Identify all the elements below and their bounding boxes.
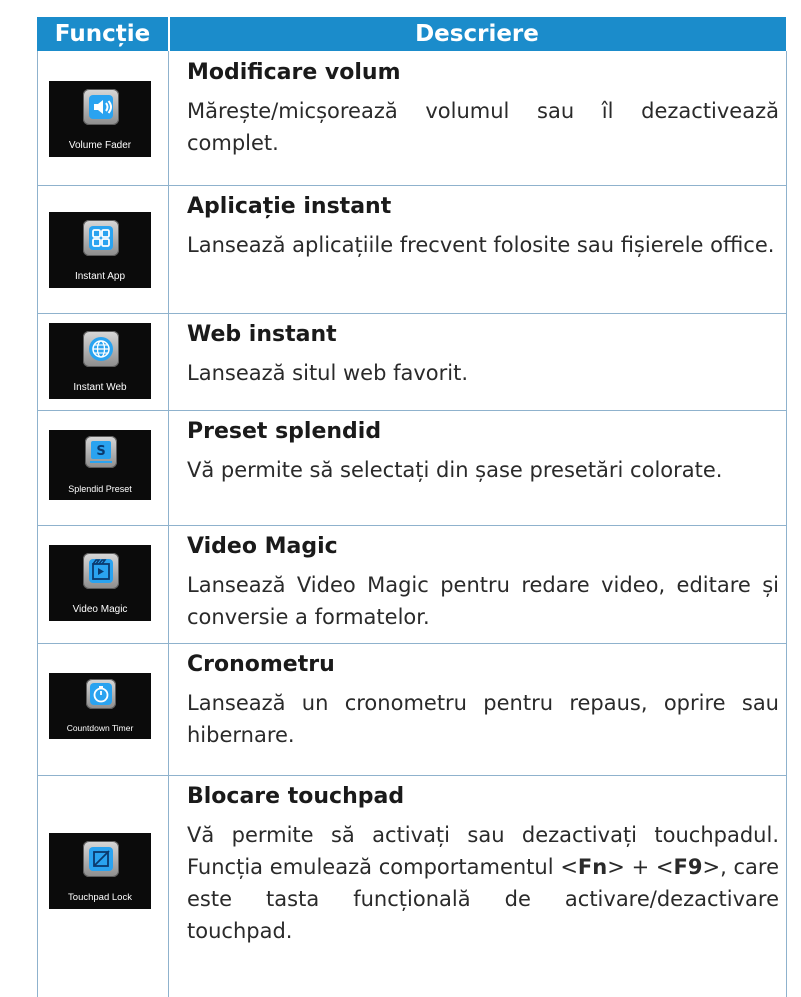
text-part: > + < (607, 855, 674, 879)
row-description: Aplicație instant Lansează aplicațiile f… (187, 191, 779, 261)
row-title: Web instant (187, 322, 337, 347)
row-title: Cronometru (187, 652, 335, 677)
app-grid-icon (83, 220, 119, 256)
row-description: Blocare touchpad Vă permite să activați … (187, 781, 779, 947)
row-text: Lansează aplicațiile frecvent folosite s… (187, 233, 775, 257)
table-row: Instant Web Web instant Lansează situl w… (37, 313, 786, 410)
key-f9: F9 (673, 855, 703, 879)
countdown-timer-tile: Countdown Timer (49, 673, 151, 739)
splendid-preset-tile: S Splendid Preset (49, 430, 151, 500)
row-description: Cronometru Lansează un cronometru pentru… (187, 649, 779, 751)
row-text: Vă permite să selectați din șase presetă… (187, 458, 723, 482)
table-border-right (786, 51, 787, 997)
row-title: Modificare volum (187, 60, 401, 85)
touchpad-lock-tile: Touchpad Lock (49, 833, 151, 909)
icon-caption: Instant Web (73, 382, 127, 393)
row-text: Lansează Video Magic pentru redare video… (187, 573, 779, 629)
row-title: Preset splendid (187, 419, 382, 444)
key-fn: Fn (577, 855, 608, 879)
row-text: Lansează situl web favorit. (187, 361, 469, 385)
volume-fader-tile: Volume Fader (49, 81, 151, 157)
row-description: Video Magic Lansează Video Magic pentru … (187, 531, 779, 633)
table-header: Funcție Descriere (37, 17, 786, 51)
row-title: Aplicație instant (187, 194, 392, 219)
header-function: Funcție (54, 21, 151, 47)
row-description: Modificare volum Mărește/micșorează volu… (187, 57, 779, 159)
icon-caption: Splendid Preset (68, 484, 132, 494)
instant-web-tile: Instant Web (49, 323, 151, 399)
row-text: Vă permite să activați sau dezactivați t… (187, 819, 779, 947)
row-text: Lansează un cronometru pentru repaus, op… (187, 691, 779, 747)
icon-caption: Volume Fader (68, 140, 132, 151)
table-row: Video Magic Video Magic Lansează Video M… (37, 525, 786, 643)
table-row: Countdown Timer Cronometru Lansează un c… (37, 643, 786, 775)
row-text: Mărește/micșorează volumul sau îl dezact… (187, 99, 779, 155)
globe-icon (83, 331, 119, 367)
row-description: Web instant Lansează situl web favorit. (187, 319, 779, 389)
clapperboard-icon (83, 553, 119, 589)
icon-caption: Instant App (74, 271, 126, 282)
icon-caption: Touchpad Lock (68, 892, 132, 903)
splendid-s-icon: S (85, 436, 117, 468)
table-row: S Splendid Preset Preset splendid Vă per… (37, 410, 786, 525)
video-magic-tile: Video Magic (49, 545, 151, 621)
header-description: Descriere (415, 21, 539, 47)
speaker-icon (83, 89, 119, 125)
icon-caption: Countdown Timer (66, 723, 134, 733)
table-row: Instant App Aplicație instant Lansează a… (37, 185, 786, 313)
instant-app-tile: Instant App (49, 212, 151, 288)
icon-caption: Video Magic (72, 604, 128, 615)
row-title: Video Magic (187, 534, 338, 559)
svg-text:S: S (96, 444, 105, 459)
table-row: Touchpad Lock Blocare touchpad Vă permit… (37, 775, 786, 997)
function-table: Funcție Descriere Volume Fader Modificar… (0, 0, 801, 997)
row-description: Preset splendid Vă permite să selectați … (187, 416, 779, 486)
table-row: Volume Fader Modificare volum Mărește/mi… (37, 51, 786, 185)
row-title: Blocare touchpad (187, 784, 405, 809)
stopwatch-icon (86, 679, 116, 709)
touchpad-lock-icon (83, 841, 119, 877)
